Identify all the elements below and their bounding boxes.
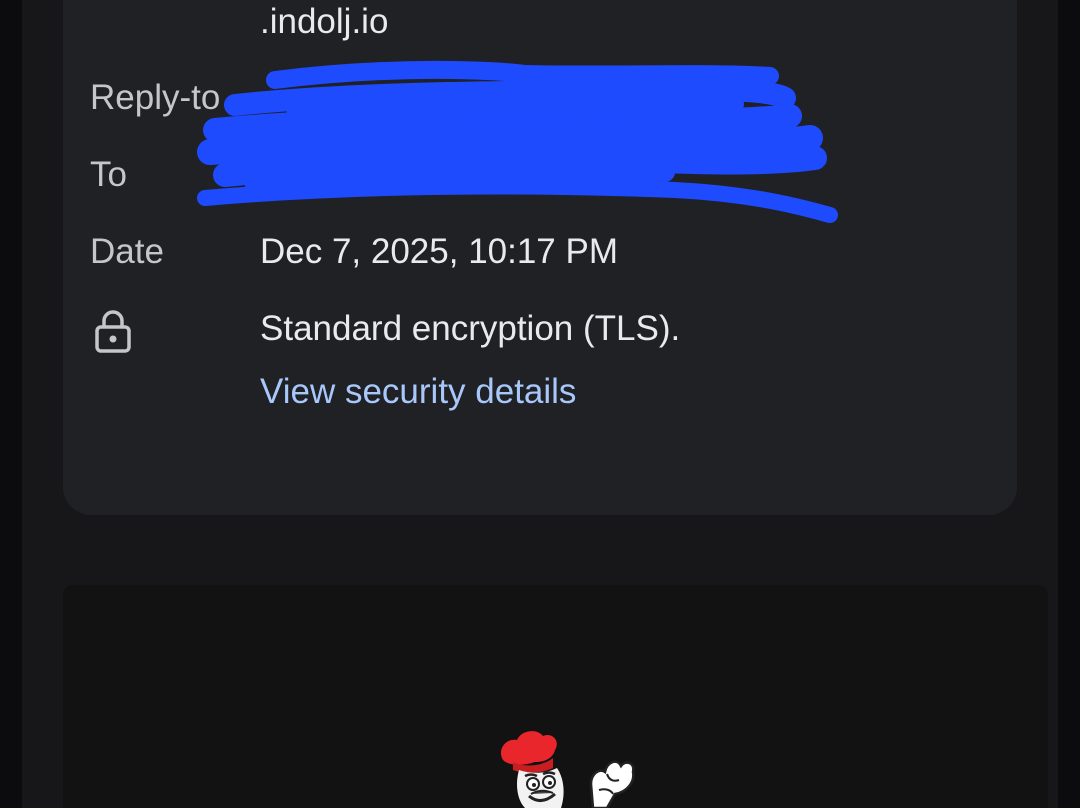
chef-mascot-logo	[500, 731, 635, 808]
date-label: Date	[90, 232, 164, 271]
redaction-scribble	[197, 60, 838, 223]
from-address-domain: .indolj.io	[260, 2, 389, 41]
right-gutter	[1058, 0, 1080, 808]
left-gutter	[0, 0, 22, 808]
lock-icon	[95, 310, 131, 353]
to-label: To	[90, 155, 127, 194]
date-value: Dec 7, 2025, 10:17 PM	[260, 232, 618, 271]
view-security-details-link[interactable]: View security details	[260, 372, 576, 412]
encryption-status: Standard encryption (TLS).	[260, 309, 681, 348]
